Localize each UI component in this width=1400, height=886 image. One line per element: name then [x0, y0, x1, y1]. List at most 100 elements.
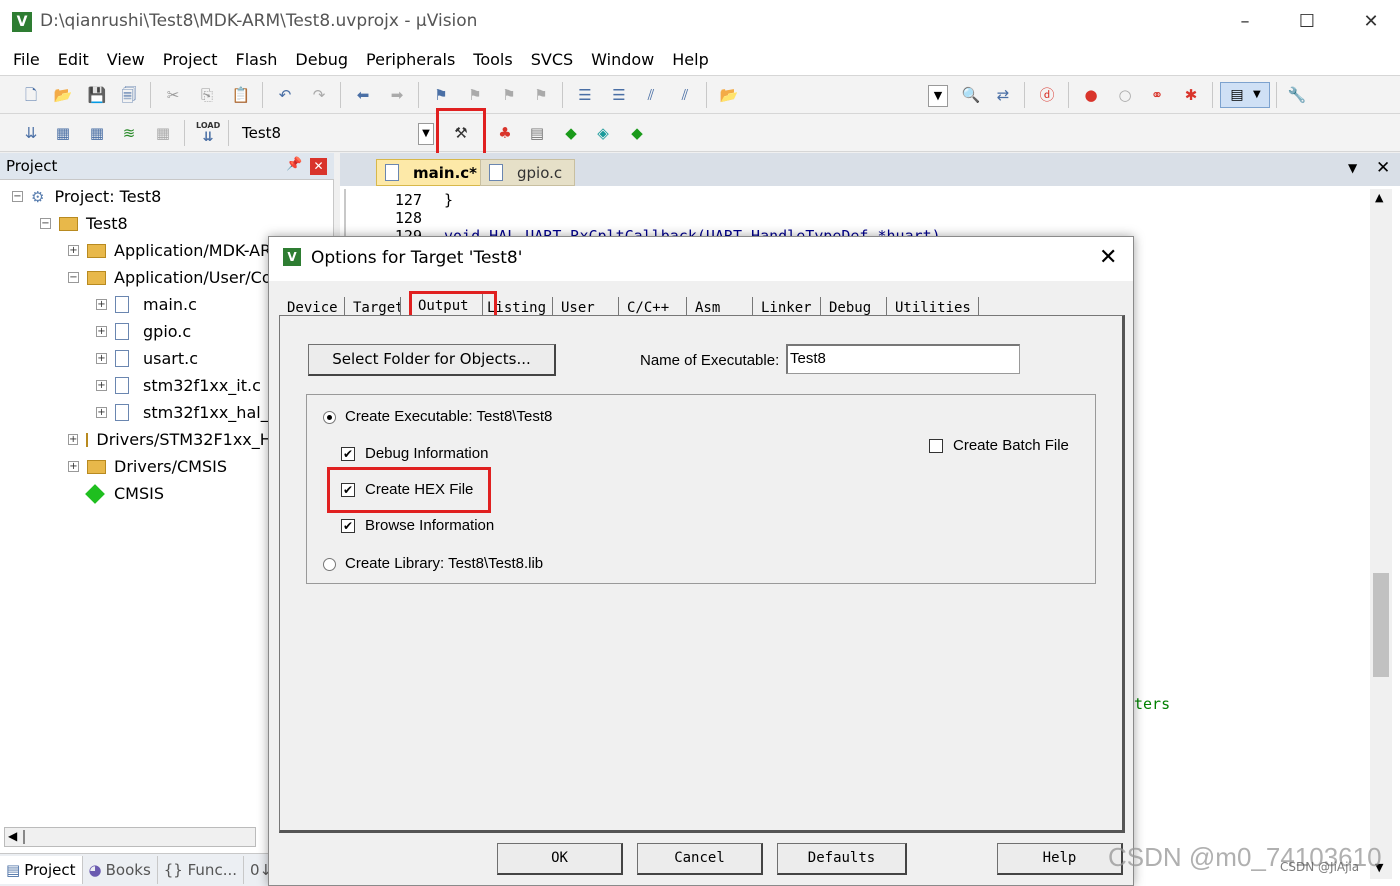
incremental-find-icon[interactable]: 🔍 [960, 84, 982, 106]
pack-installer-icon[interactable]: ◈ [592, 122, 614, 144]
scrollbar-thumb[interactable] [1373, 573, 1389, 677]
uncomment-icon[interactable]: ⫽ [674, 84, 696, 106]
tab-list-dropdown[interactable]: ▼ [1348, 161, 1357, 175]
window-layout-button[interactable]: ▤ ▼ [1220, 82, 1270, 108]
create-batch-file-checkbox[interactable] [929, 439, 943, 453]
scrollbar-thumb[interactable] [23, 830, 25, 844]
menu-help[interactable]: Help [663, 45, 717, 75]
expand-icon[interactable]: + [68, 461, 79, 472]
stop-build-icon[interactable]: ▦ [152, 122, 174, 144]
expand-icon[interactable]: + [68, 245, 79, 256]
bookmark-icon[interactable]: ⚑ [430, 84, 452, 106]
minimize-button[interactable]: – [1222, 8, 1268, 38]
expand-icon[interactable]: + [96, 407, 107, 418]
find-in-files-icon[interactable]: 📂 [718, 84, 740, 106]
expand-icon[interactable]: + [96, 299, 107, 310]
manage-rte-icon[interactable]: ◆ [560, 122, 582, 144]
unindent-icon[interactable]: ☰ [608, 84, 630, 106]
disable-breakpoints-icon[interactable]: ⚭ [1146, 84, 1168, 106]
kill-breakpoints-icon[interactable]: ✱ [1180, 84, 1202, 106]
target-select[interactable]: Test8 ▼ [236, 121, 436, 147]
find-replace-icon[interactable]: ⇄ [992, 84, 1014, 106]
tree-item-project[interactable]: − ⚙ Project: Test8 [0, 183, 330, 210]
collapse-icon[interactable]: − [40, 218, 51, 229]
tree-item-target[interactable]: − Test8 [0, 210, 330, 237]
menu-debug[interactable]: Debug [286, 45, 357, 75]
tab-main-c[interactable]: main.c* [376, 159, 491, 186]
create-library-radio[interactable] [323, 558, 336, 571]
configure-icon[interactable]: 🔧 [1286, 84, 1308, 106]
menu-peripherals[interactable]: Peripherals [357, 45, 464, 75]
tab-books[interactable]: ◕ Books [83, 856, 158, 884]
comment-icon[interactable]: ⫽ [640, 84, 662, 106]
close-pane-icon[interactable]: ✕ [310, 158, 327, 175]
start-debug-icon[interactable]: ⓓ [1036, 84, 1058, 106]
ok-button[interactable]: OK [497, 843, 623, 875]
find-dropdown[interactable]: ▼ [928, 85, 948, 107]
options-for-target-icon[interactable]: ⚒ [450, 122, 472, 144]
paste-icon[interactable]: 📋 [230, 84, 252, 106]
pack-manager-icon[interactable]: ◆ [626, 122, 648, 144]
editor-vertical-scrollbar[interactable]: ▲ ▼ [1370, 189, 1392, 879]
defaults-button[interactable]: Defaults [777, 843, 907, 875]
project-horizontal-scrollbar[interactable]: ◀ [4, 827, 256, 847]
menu-file[interactable]: File [4, 45, 49, 75]
scroll-left-icon[interactable]: ◀ [8, 829, 17, 843]
undo-icon[interactable]: ↶ [274, 84, 296, 106]
menu-project[interactable]: Project [154, 45, 227, 75]
tab-functions[interactable]: {} Func... [158, 856, 244, 884]
menu-tools[interactable]: Tools [464, 45, 521, 75]
select-packs-icon[interactable]: ▤ [526, 122, 548, 144]
save-icon[interactable]: 💾 [86, 84, 108, 106]
scroll-up-icon[interactable]: ▲ [1375, 191, 1383, 204]
help-button[interactable]: Help [997, 843, 1123, 875]
dialog-close-button[interactable]: ✕ [1099, 245, 1117, 270]
toolbar-separator [1068, 82, 1069, 108]
indent-icon[interactable]: ☰ [574, 84, 596, 106]
select-folder-button[interactable]: Select Folder for Objects... [308, 344, 556, 376]
clear-bookmarks-icon[interactable]: ⚑ [530, 84, 552, 106]
collapse-icon[interactable]: − [12, 191, 23, 202]
enable-breakpoint-icon[interactable]: ○ [1114, 84, 1136, 106]
navigate-back-icon[interactable]: ⬅ [352, 84, 374, 106]
debug-information-checkbox[interactable]: ✔ [341, 447, 355, 461]
maximize-button[interactable]: ☐ [1284, 8, 1330, 38]
manage-project-items-icon[interactable]: ♣ [494, 122, 516, 144]
prev-bookmark-icon[interactable]: ⚑ [464, 84, 486, 106]
close-all-tabs-icon[interactable]: ✕ [1376, 158, 1390, 178]
browse-information-checkbox[interactable]: ✔ [341, 519, 355, 533]
build-icon[interactable]: ▦ [52, 122, 74, 144]
expand-icon[interactable]: + [68, 434, 79, 445]
pin-icon[interactable]: 📌 [286, 157, 302, 172]
tab-project[interactable]: ▤ Project [0, 856, 83, 884]
batch-build-icon[interactable]: ≋ [118, 122, 140, 144]
menu-svcs[interactable]: SVCS [522, 45, 582, 75]
collapse-icon[interactable]: − [68, 272, 79, 283]
copy-icon[interactable]: ⎘ [196, 84, 218, 106]
new-file-icon[interactable]: 🗋 [20, 84, 42, 106]
cut-icon[interactable]: ✂ [162, 84, 184, 106]
expand-icon[interactable]: + [96, 326, 107, 337]
redo-icon[interactable]: ↷ [308, 84, 330, 106]
download-button[interactable]: LOAD ⇊ [196, 120, 220, 146]
tab-gpio-c[interactable]: gpio.c [480, 159, 576, 186]
menu-flash[interactable]: Flash [226, 45, 286, 75]
exe-name-input[interactable]: Test8 [786, 344, 1020, 374]
save-all-icon[interactable]: 🗐 [118, 84, 140, 106]
c-file-icon [115, 296, 129, 313]
expand-icon[interactable]: + [96, 353, 107, 364]
create-executable-radio[interactable] [323, 411, 336, 424]
menu-view[interactable]: View [98, 45, 154, 75]
open-file-icon[interactable]: 📂 [52, 84, 74, 106]
menu-window[interactable]: Window [582, 45, 663, 75]
menu-edit[interactable]: Edit [49, 45, 98, 75]
next-bookmark-icon[interactable]: ⚑ [498, 84, 520, 106]
rebuild-icon[interactable]: ▦ [86, 122, 108, 144]
navigate-forward-icon[interactable]: ➡ [386, 84, 408, 106]
cancel-button[interactable]: Cancel [637, 843, 763, 875]
expand-icon[interactable]: + [96, 380, 107, 391]
translate-icon[interactable]: ⇊ [20, 122, 42, 144]
toolbar-separator [340, 82, 341, 108]
close-window-button[interactable]: ✕ [1348, 8, 1394, 38]
insert-breakpoint-icon[interactable]: ● [1080, 84, 1102, 106]
